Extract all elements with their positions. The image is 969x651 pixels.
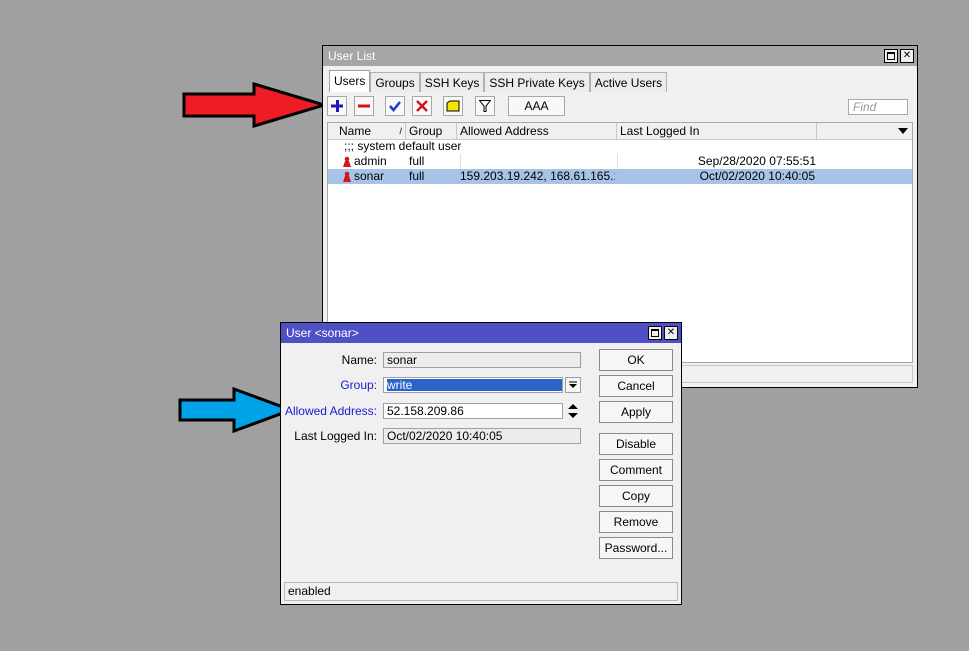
tab-ssh-keys[interactable]: SSH Keys [419,72,485,92]
table-row[interactable]: sonar full 159.203.19.242, 168.61.165.1.… [328,169,912,184]
table-row[interactable]: admin full Sep/28/2020 07:55:51 [328,154,912,169]
column-header-allowed-address[interactable]: Allowed Address [457,123,617,139]
tab-ssh-private-keys[interactable]: SSH Private Keys [484,72,590,92]
name-field[interactable]: sonar [383,352,581,368]
status-bar: enabled [284,582,678,601]
cell-last-logged-in: Sep/28/2020 07:55:51 [617,154,816,169]
filter-button[interactable] [475,96,495,116]
user-dialog-title: User <sonar> [286,326,359,340]
comment-button[interactable]: Comment [599,459,673,481]
find-input[interactable]: Find [848,99,908,115]
check-icon [389,101,401,112]
disable-button[interactable]: Disable [599,433,673,455]
group-select[interactable]: write [383,377,563,393]
cell-group: full [409,154,425,168]
comment-icon [446,100,460,112]
maximize-icon[interactable] [648,326,662,340]
add-button[interactable] [327,96,347,116]
last-logged-in-label: Last Logged In: [294,429,377,443]
tab-users[interactable]: Users [329,70,371,92]
plus-icon [331,100,343,112]
allowed-address-input[interactable]: 52.158.209.86 [383,403,563,419]
user-list-titlebar[interactable]: User List ✕ [323,46,917,66]
enable-button[interactable] [385,96,405,116]
close-icon[interactable]: ✕ [900,49,914,63]
user-edit-dialog: User <sonar> ✕ Name: sonar Group: write … [280,322,682,605]
cell-name: admin [354,154,387,168]
column-header-name[interactable]: Name / [336,123,406,139]
user-icon [343,156,351,167]
user-dialog-titlebar[interactable]: User <sonar> ✕ [281,323,681,343]
tab-groups[interactable]: Groups [370,72,420,92]
column-header-last-logged-in[interactable]: Last Logged In [617,123,817,139]
name-label: Name: [341,353,377,367]
apply-button[interactable]: Apply [599,401,673,423]
cell-group: full [409,169,425,183]
aaa-button[interactable]: AAA [508,96,565,116]
chevron-down-icon [898,128,908,134]
filter-icon [478,100,492,112]
table-header: Name / Group Allowed Address Last Logged … [328,123,912,140]
close-icon[interactable]: ✕ [664,326,678,340]
allowed-address-label[interactable]: Allowed Address: [281,403,377,419]
group-dropdown-button[interactable] [565,377,581,393]
last-logged-in-field: Oct/02/2020 10:40:05 [383,428,581,444]
group-value: write [387,379,562,391]
tab-active-users[interactable]: Active Users [589,72,668,92]
comment-row: ;;; system default user [328,139,912,154]
tab-bar: Users Groups SSH Keys SSH Private Keys A… [329,70,668,92]
user-icon [343,171,351,182]
cell-allowed-address [460,154,616,169]
group-label[interactable]: Group: [281,377,377,393]
up-down-arrows-icon [568,404,578,418]
password-button[interactable]: Password... [599,537,673,559]
comment-button[interactable] [443,96,463,116]
x-icon [416,100,428,112]
cancel-button[interactable]: Cancel [599,375,673,397]
column-header-group[interactable]: Group [406,123,457,139]
ok-button[interactable]: OK [599,349,673,371]
red-arrow-annotation [182,82,326,128]
blue-arrow-annotation [178,386,294,434]
user-list-title: User List [328,49,376,63]
copy-button[interactable]: Copy [599,485,673,507]
toolbar: AAA Find [327,96,913,118]
remove-button[interactable] [354,96,374,116]
disable-button[interactable] [412,96,432,116]
minus-icon [358,104,370,108]
remove-button[interactable]: Remove [599,511,673,533]
maximize-icon[interactable] [884,49,898,63]
cell-last-logged-in: Oct/02/2020 10:40:05 [699,169,815,183]
comment-text: ;;; system default user [344,139,462,153]
cell-allowed-address: 159.203.19.242, 168.61.165.1... [460,169,615,183]
column-chooser-dropdown[interactable] [817,123,912,139]
chevron-down-icon [569,381,577,388]
allowed-address-updown[interactable] [565,403,581,419]
cell-name: sonar [354,169,385,183]
